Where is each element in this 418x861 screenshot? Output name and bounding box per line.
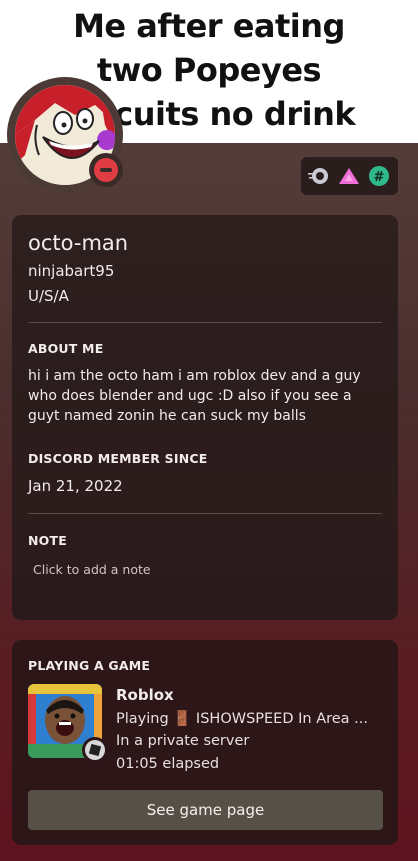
about-me-text: hi i am the octo ham i am roblox dev and… — [28, 368, 361, 424]
activity-card: PLAYING A GAME Roblox Playing 🚪 ISHOWSPE… — [12, 640, 398, 845]
see-game-page-button[interactable]: See game page — [28, 790, 383, 830]
roblox-icon — [82, 737, 108, 763]
member-since-header: DISCORD MEMBER SINCE — [28, 451, 208, 466]
dnd-status-icon — [89, 153, 123, 187]
hypesquad-balance-icon[interactable] — [338, 165, 360, 187]
profile-info-card: octo-man ninjabart95 U/S/A ABOUT ME hi i… — [12, 215, 398, 620]
username: ninjabart95 — [28, 262, 115, 280]
pronouns: U/S/A — [28, 287, 69, 305]
activity-details: Playing 🚪 ISHOWSPEED In Area ... — [116, 711, 368, 727]
about-me-header: ABOUT ME — [28, 341, 104, 356]
nitro-badge-icon[interactable] — [307, 165, 329, 187]
note-input[interactable]: Click to add a note — [33, 562, 151, 577]
activity-header: PLAYING A GAME — [28, 658, 151, 673]
avatar[interactable] — [7, 77, 123, 193]
divider — [28, 322, 382, 323]
game-name: Roblox — [116, 686, 174, 704]
activity-state: In a private server — [116, 733, 250, 749]
divider — [28, 513, 382, 514]
member-since-date: Jan 21, 2022 — [28, 477, 123, 495]
activity-elapsed: 01:05 elapsed — [116, 756, 220, 772]
note-header: NOTE — [28, 533, 67, 548]
badge-list: # — [301, 157, 398, 195]
display-name: octo-man — [28, 231, 129, 255]
hashtag-badge-icon[interactable]: # — [368, 165, 390, 187]
svg-text:#: # — [374, 170, 385, 185]
